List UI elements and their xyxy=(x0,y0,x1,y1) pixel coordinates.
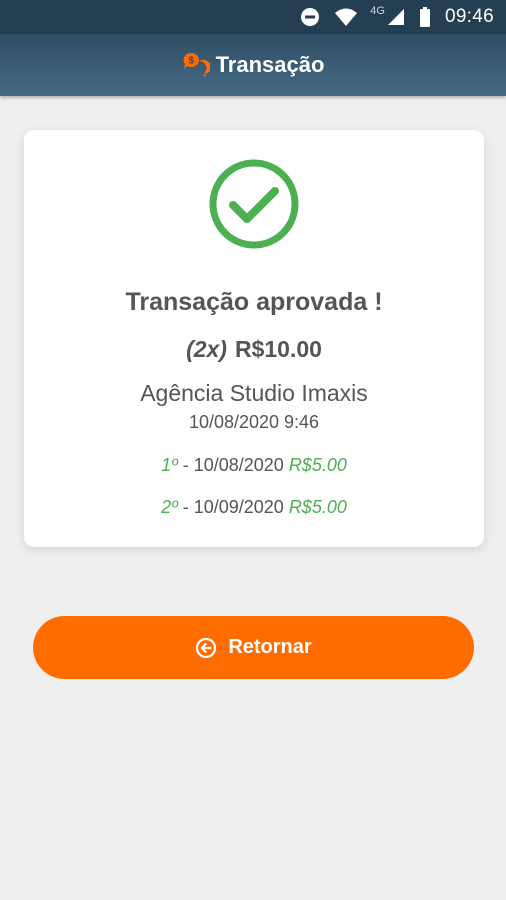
status-headline: Transação aprovada ! xyxy=(125,288,383,316)
do-not-disturb-icon xyxy=(300,7,320,27)
return-button[interactable]: Retornar xyxy=(33,616,474,679)
installment-row: 2º - 10/09/2020 R$5.00 xyxy=(24,497,484,518)
amount-row: (2x) R$10.00 xyxy=(24,336,484,363)
status-bar: 4G 09:46 xyxy=(0,0,506,34)
signal-icon xyxy=(387,8,405,26)
installment-amount: R$5.00 xyxy=(288,497,347,517)
receipt-card: Transação aprovada ! (2x) R$10.00 Agência… xyxy=(24,130,484,547)
wifi-icon xyxy=(334,7,358,27)
clock: 09:46 xyxy=(444,6,494,27)
installment-date: - 10/09/2020 xyxy=(177,497,289,517)
installment-count: (2x) xyxy=(186,336,227,362)
merchant-name: Agência Studio Imaxis xyxy=(140,380,368,406)
installment-ordinal: 1º xyxy=(161,455,178,475)
app-bar: $ Transação xyxy=(0,34,506,96)
svg-text:$: $ xyxy=(188,56,194,67)
total-amount: R$10.00 xyxy=(234,336,322,362)
arrow-left-circle-icon xyxy=(195,637,217,659)
installment-amount: R$5.00 xyxy=(288,455,347,475)
return-button-label: Retornar xyxy=(228,636,312,658)
network-type: 4G xyxy=(370,5,385,17)
installment-ordinal: 2º xyxy=(161,497,178,517)
page-title: Transação xyxy=(215,52,325,77)
installment-date: - 10/08/2020 xyxy=(177,455,289,475)
battery-icon xyxy=(419,7,431,27)
success-check-icon xyxy=(209,159,299,249)
transaction-datetime: 10/08/2020 9:46 xyxy=(188,412,320,432)
chat-money-icon: $ xyxy=(182,52,210,78)
installment-row: 1º - 10/08/2020 R$5.00 xyxy=(24,455,484,476)
